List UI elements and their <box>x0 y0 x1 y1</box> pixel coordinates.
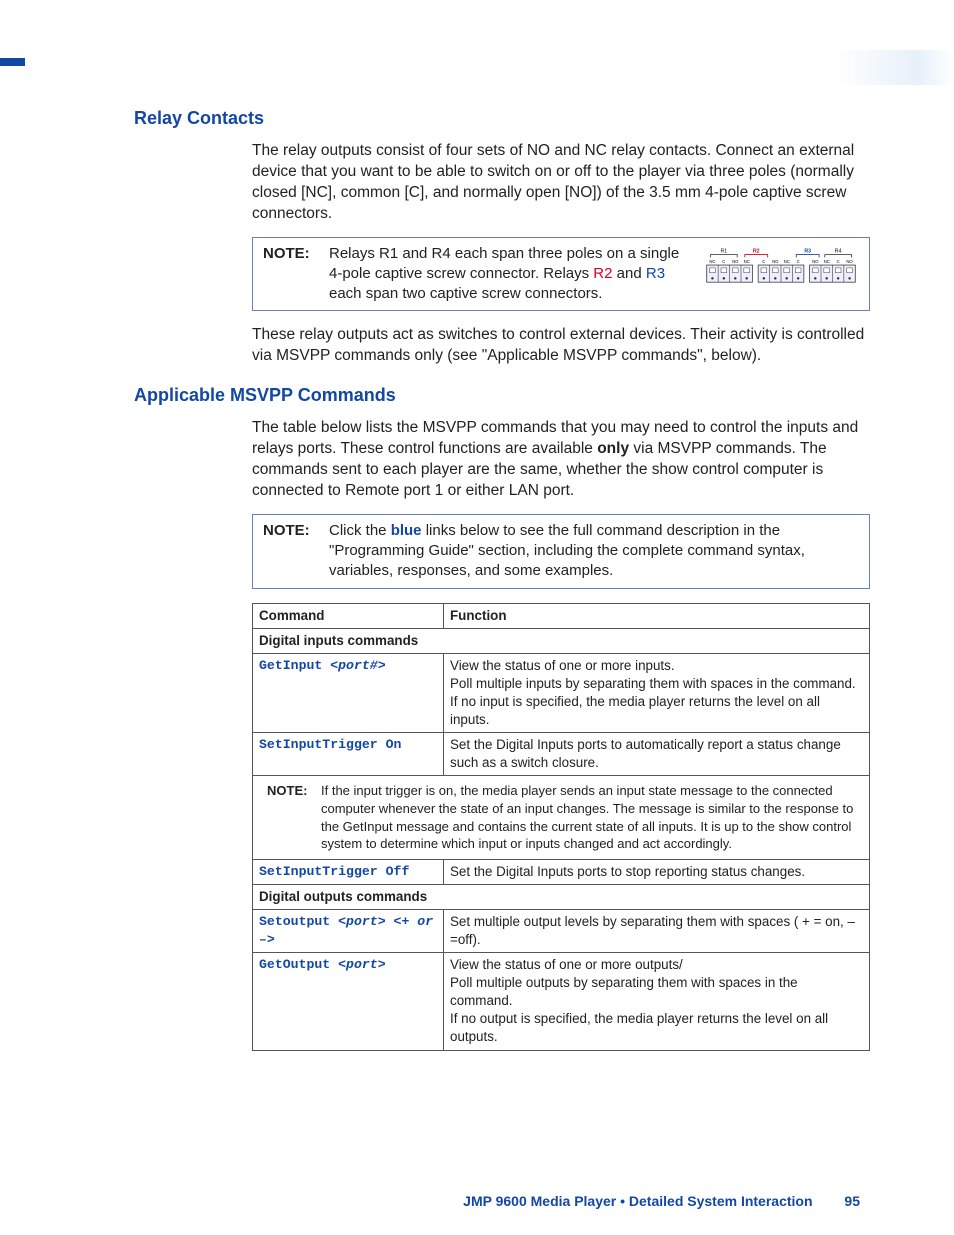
msvpp-note-text: Click the blue links below to see the fu… <box>325 521 859 582</box>
table-note-row: NOTE: If the input trigger is on, the me… <box>253 776 870 859</box>
svg-text:NC: NC <box>784 259 790 264</box>
relay-r2-label: R2 <box>593 265 612 282</box>
fn-setinputtrigger-off: Set the Digital Inputs ports to stop rep… <box>444 859 870 884</box>
relay-connector-diagram: R1 R2 R3 R4 NC C NO NC <box>703 246 859 286</box>
relay-body: The relay outputs consist of four sets o… <box>252 141 870 367</box>
svg-text:NO: NO <box>732 259 739 264</box>
table-row: SetInputTrigger Off Set the Digital Inpu… <box>253 859 870 884</box>
svg-text:R3: R3 <box>804 248 811 254</box>
table-row: GetOutput <port> View the status of one … <box>253 953 870 1050</box>
table-group-row: Digital inputs commands <box>253 628 870 653</box>
svg-text:R2: R2 <box>753 248 760 254</box>
svg-text:NC: NC <box>744 259 750 264</box>
cmd-setoutput[interactable]: Setoutput <port> <+ or –> <box>253 909 444 952</box>
relay-para-1: The relay outputs consist of four sets o… <box>252 141 870 225</box>
page-footer: JMP 9600 Media Player • Detailed System … <box>463 1193 860 1209</box>
note-label: NOTE: <box>267 782 321 852</box>
relay-note-box: NOTE: Relays R1 and R4 each span three p… <box>252 237 870 312</box>
svg-text:NO: NO <box>846 259 853 264</box>
svg-text:C: C <box>797 259 800 264</box>
msvpp-body: The table below lists the MSVPP commands… <box>252 418 870 1050</box>
svg-text:C: C <box>722 259 725 264</box>
svg-text:NC: NC <box>709 259 715 264</box>
page-number: 95 <box>844 1193 860 1209</box>
fn-getinput: View the status of one or more inputs. P… <box>444 653 870 732</box>
note-label: NOTE: <box>263 244 325 264</box>
col-command: Command <box>253 603 444 628</box>
note-label: NOTE: <box>263 521 325 541</box>
svg-text:NO: NO <box>812 259 819 264</box>
svg-text:C: C <box>837 259 840 264</box>
msvpp-note-box: NOTE: Click the blue links below to see … <box>252 514 870 589</box>
svg-text:NO: NO <box>772 259 779 264</box>
table-row: GetInput <port#> View the status of one … <box>253 653 870 732</box>
cmd-setinputtrigger-on[interactable]: SetInputTrigger On <box>253 733 444 776</box>
relay-r3-label: R3 <box>646 265 665 282</box>
cmd-setinputtrigger-off[interactable]: SetInputTrigger Off <box>253 859 444 884</box>
header-accent-bar <box>0 58 25 66</box>
footer-text: JMP 9600 Media Player • Detailed System … <box>463 1193 812 1209</box>
table-header-row: Command Function <box>253 603 870 628</box>
cmd-getoutput[interactable]: GetOutput <port> <box>253 953 444 1050</box>
fn-setoutput: Set multiple output levels by separating… <box>444 909 870 952</box>
table-row: SetInputTrigger On Set the Digital Input… <box>253 733 870 776</box>
relay-note-text: Relays R1 and R4 each span three poles o… <box>325 244 693 305</box>
heading-relay-contacts: Relay Contacts <box>134 108 870 129</box>
table-note-text: If the input trigger is on, the media pl… <box>321 782 861 852</box>
page-content: Relay Contacts The relay outputs consist… <box>134 108 870 1051</box>
heading-msvpp-commands: Applicable MSVPP Commands <box>134 385 870 406</box>
svg-text:C: C <box>762 259 765 264</box>
fn-getoutput: View the status of one or more outputs/ … <box>444 953 870 1050</box>
svg-text:R1: R1 <box>721 248 728 254</box>
commands-table: Command Function Digital inputs commands… <box>252 603 870 1051</box>
relay-para-2: These relay outputs act as switches to c… <box>252 325 870 367</box>
header-fade <box>834 50 954 85</box>
msvpp-para-1: The table below lists the MSVPP commands… <box>252 418 870 502</box>
svg-text:R4: R4 <box>835 248 842 254</box>
blue-link-word: blue <box>391 522 422 539</box>
table-row: Setoutput <port> <+ or –> Set multiple o… <box>253 909 870 952</box>
col-function: Function <box>444 603 870 628</box>
svg-text:NC: NC <box>824 259 830 264</box>
cmd-getinput[interactable]: GetInput <port#> <box>253 653 444 732</box>
fn-setinputtrigger-on: Set the Digital Inputs ports to automati… <box>444 733 870 776</box>
table-group-row: Digital outputs commands <box>253 884 870 909</box>
